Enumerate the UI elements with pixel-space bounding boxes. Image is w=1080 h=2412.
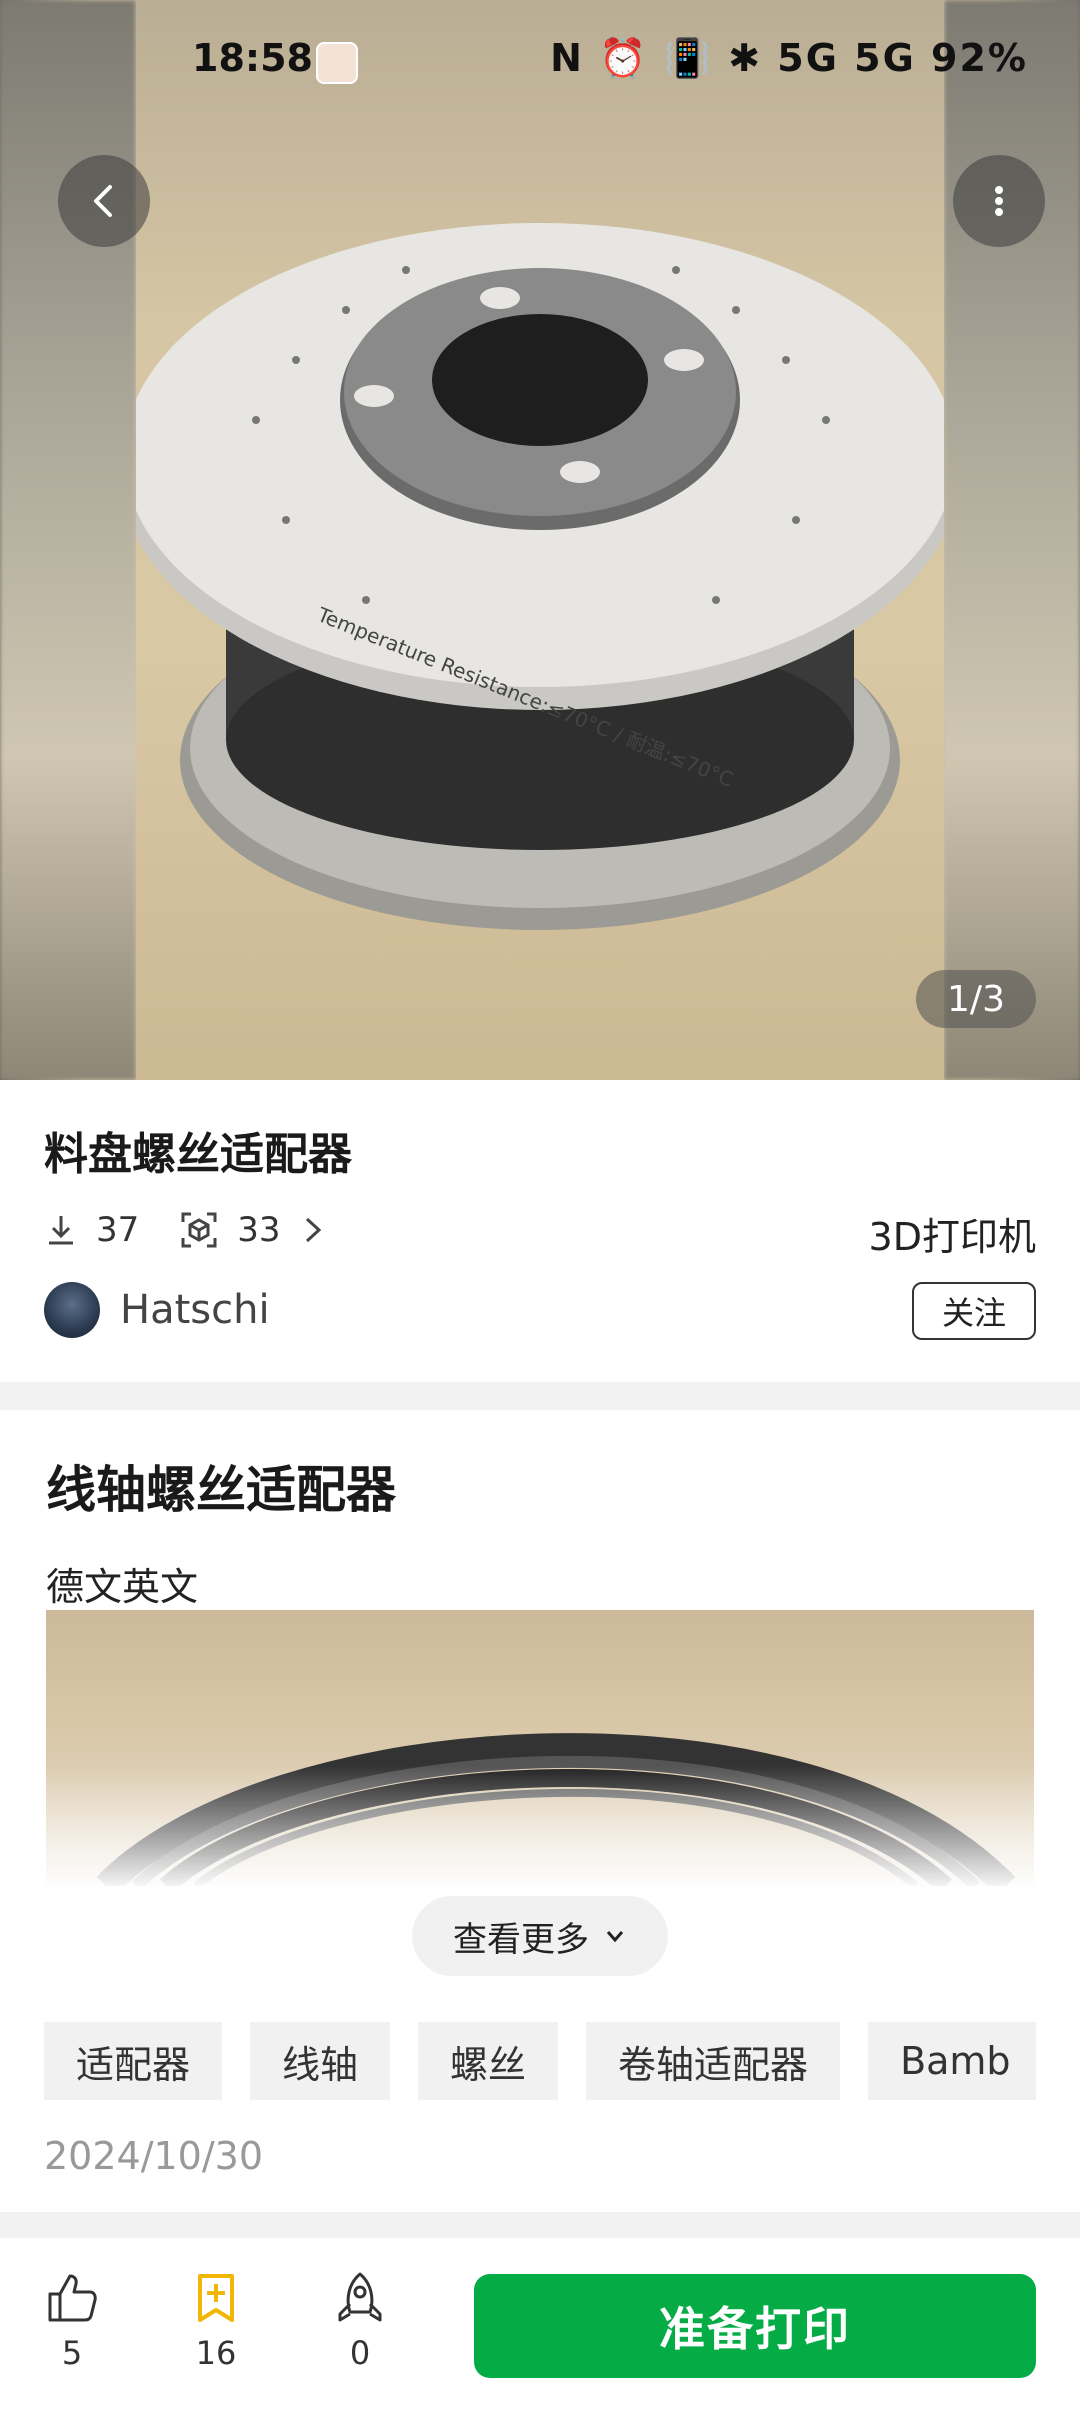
description-text: 德文英文 xyxy=(46,1565,199,1609)
system-icons: N ⏰ 📳 ✱ 5G 5G xyxy=(550,36,916,80)
follow-button[interactable]: 关注 xyxy=(912,1282,1036,1340)
publish-date: 2024/10/30 xyxy=(44,2134,264,2178)
see-more-button[interactable]: 查看更多 xyxy=(412,1896,668,1976)
tag-item[interactable]: 适配器 xyxy=(44,2022,223,2100)
download-count-value: 37 xyxy=(96,1210,140,1250)
see-more-label: 查看更多 xyxy=(453,1919,589,1960)
chevron-right-icon xyxy=(305,1217,321,1243)
thumbs-up-icon xyxy=(48,2274,97,2322)
model-stats[interactable]: 37 33 xyxy=(44,1204,365,1256)
like-count: 5 xyxy=(61,2334,83,2372)
tag-item[interactable]: 螺丝 xyxy=(418,2022,559,2100)
like-button[interactable]: 5 xyxy=(22,2270,122,2372)
print-record-count: 0 xyxy=(349,2334,371,2372)
status-icons: N ⏰ 📳 ✱ 5G 5G 92% xyxy=(550,36,1028,81)
3d-box-icon xyxy=(181,1212,217,1248)
description-fade xyxy=(46,1766,1034,1886)
author-avatar[interactable] xyxy=(44,1282,100,1338)
model-image-carousel[interactable]: Temperature Resistance:≤70°C / 耐温:≤70°C … xyxy=(0,0,1080,1080)
bottom-action-bar: 5 16 0 准备打印 xyxy=(0,2238,1080,2412)
section-divider xyxy=(0,2212,1080,2238)
download-icon xyxy=(49,1216,73,1245)
favorite-button[interactable]: 16 xyxy=(166,2270,266,2372)
tag-item[interactable]: 线轴 xyxy=(250,2022,391,2100)
print-count: 33 xyxy=(179,1210,324,1250)
more-options-button[interactable] xyxy=(953,155,1045,247)
rocket-icon xyxy=(338,2272,382,2322)
model-category[interactable]: 3D打印机 xyxy=(869,1206,1036,1261)
filament-spool-illustration: Temperature Resistance:≤70°C / 耐温:≤70°C xyxy=(120,223,960,930)
favorite-count: 16 xyxy=(195,2334,237,2372)
author-name[interactable]: Hatschi xyxy=(120,1287,270,1333)
battery-level: 92% xyxy=(931,36,1028,80)
tag-item[interactable]: 卷轴适配器 xyxy=(586,2022,841,2100)
image-page-counter: 1/3 xyxy=(916,970,1036,1028)
author-info[interactable]: Hatschi xyxy=(44,1282,270,1338)
chevron-down-icon xyxy=(606,1931,624,1943)
model-title: 料盘螺丝适配器 xyxy=(44,1129,352,1180)
section-divider xyxy=(0,1382,1080,1410)
prepare-print-button[interactable]: 准备打印 xyxy=(474,2274,1036,2378)
chevron-left-icon xyxy=(94,185,112,217)
bookmark-add-icon xyxy=(198,2274,234,2322)
more-vertical-icon xyxy=(995,186,1003,216)
back-button[interactable] xyxy=(58,155,150,247)
model-photo: Temperature Resistance:≤70°C / 耐温:≤70°C xyxy=(120,0,960,1080)
description-image xyxy=(46,1610,1034,1886)
download-count: 37 xyxy=(44,1210,139,1250)
tag-list: 适配器 线轴 螺丝 卷轴适配器 Bamb xyxy=(44,2022,1036,2100)
print-record-button[interactable]: 0 xyxy=(310,2270,410,2372)
status-bar: 18:58 N ⏰ 📳 ✱ 5G 5G 92% xyxy=(0,0,1080,120)
print-count-value: 33 xyxy=(237,1210,281,1250)
tag-item[interactable]: Bamb xyxy=(868,2022,1036,2100)
status-time: 18:58 xyxy=(192,36,313,80)
description-heading: 线轴螺丝适配器 xyxy=(46,1461,396,1519)
notification-avatar-icon xyxy=(316,42,358,84)
